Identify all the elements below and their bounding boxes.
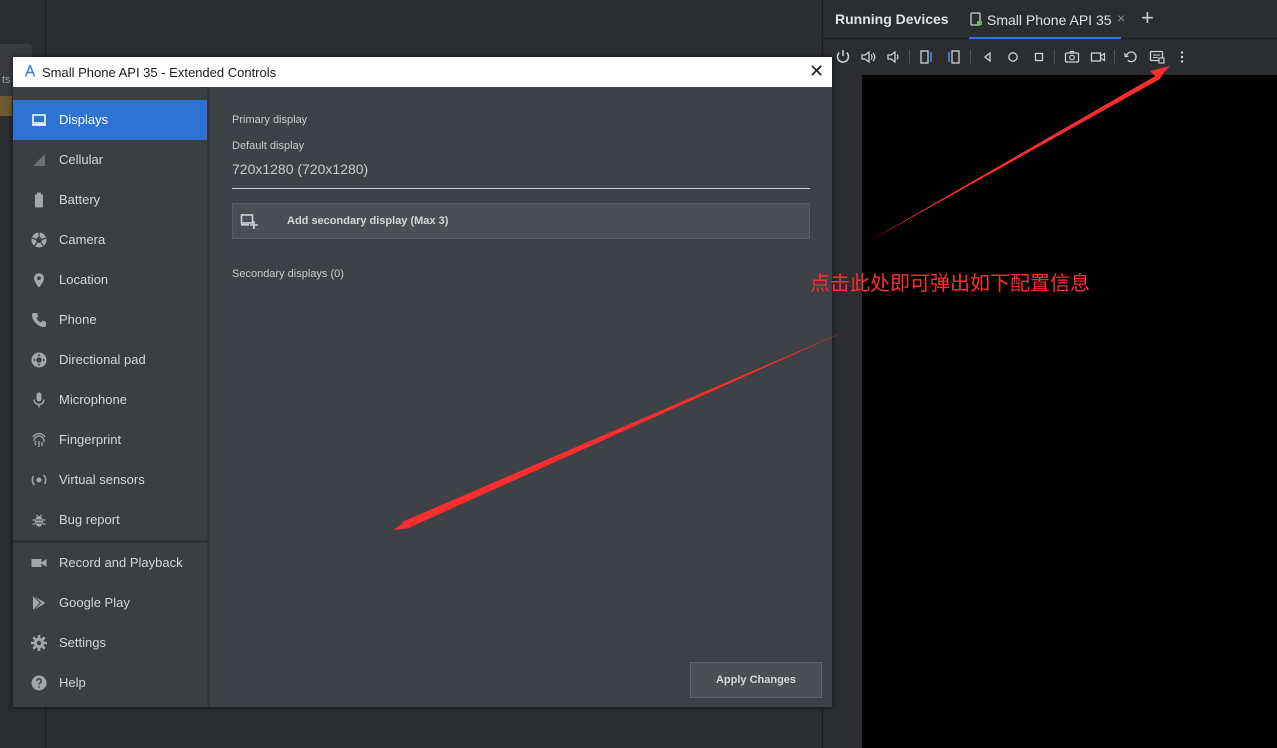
sidebar-item-label: Bug report (59, 512, 120, 527)
record-icon (30, 554, 48, 572)
sidebar-item-directional-pad[interactable]: Directional pad (13, 340, 207, 380)
device-tab-label: Small Phone API 35 (987, 12, 1112, 28)
device-icon (970, 12, 982, 26)
sidebar-item-google-play[interactable]: Google Play (13, 583, 207, 623)
volume-up-icon[interactable] (859, 48, 877, 66)
device-screen[interactable] (862, 75, 1277, 748)
secondary-displays-heading: Secondary displays (0) (232, 268, 344, 280)
sidebar-item-label: Phone (59, 312, 97, 327)
add-tab-button[interactable]: + (1141, 6, 1154, 30)
extended-controls-sidebar: Displays Cellular Battery Camera Locatio… (13, 87, 207, 707)
primary-display-heading: Primary display (232, 114, 308, 126)
ide-left-tab-text: ts (2, 74, 11, 86)
more-options-icon[interactable] (1173, 48, 1191, 66)
sidebar-item-label: Fingerprint (59, 432, 122, 447)
cellular-icon (30, 151, 48, 169)
sensors-icon (30, 471, 48, 489)
camera-icon (30, 231, 48, 249)
volume-down-icon[interactable] (884, 48, 902, 66)
annotation-text: 点击此处即可弹出如下配置信息 (810, 271, 1090, 295)
running-devices-panel: Running Devices Small Phone API 35 × + (823, 0, 1277, 748)
sidebar-item-label: Displays (59, 112, 109, 127)
sidebar-item-label: Microphone (59, 392, 127, 407)
sidebar-item-label: Settings (59, 635, 106, 650)
settings-icon (30, 634, 48, 652)
device-toolbar (823, 39, 1277, 75)
screen-record-icon[interactable] (1089, 48, 1107, 66)
rotate-left-icon[interactable] (918, 48, 936, 66)
play-icon (30, 594, 48, 612)
power-icon[interactable] (834, 48, 852, 66)
add-secondary-display-label: Add secondary display (Max 3) (287, 215, 449, 227)
rotate-right-icon[interactable] (945, 48, 963, 66)
sidebar-item-camera[interactable]: Camera (13, 220, 207, 260)
sidebar-item-location[interactable]: Location (13, 260, 207, 300)
sidebar-item-record-and-playback[interactable]: Record and Playback (13, 543, 207, 583)
bug-icon (30, 511, 48, 529)
sidebar-item-settings[interactable]: Settings (13, 623, 207, 663)
default-display-label: Default display (232, 140, 305, 152)
section-divider (232, 188, 810, 189)
dialog-titlebar[interactable]: Small Phone API 35 - Extended Controls ✕ (13, 57, 832, 87)
apply-changes-label: Apply Changes (715, 674, 797, 686)
sidebar-item-label: Directional pad (59, 352, 146, 367)
sidebar-item-help[interactable]: Help (13, 663, 207, 703)
android-studio-logo-icon (24, 64, 36, 77)
add-display-icon (240, 214, 258, 229)
running-devices-title: Running Devices (835, 11, 949, 27)
sidebar-item-phone[interactable]: Phone (13, 300, 207, 340)
sidebar-item-virtual-sensors[interactable]: Virtual sensors (13, 460, 207, 500)
sidebar-item-label: Cellular (59, 152, 104, 167)
ide-left-tab-accent (0, 96, 12, 116)
extended-controls-dialog: Small Phone API 35 - Extended Controls ✕… (13, 57, 832, 707)
sidebar-item-label: Google Play (59, 595, 130, 610)
sidebar-item-label: Battery (59, 192, 101, 207)
sidebar-item-label: Record and Playback (59, 555, 183, 570)
toolbar-separator (1054, 50, 1055, 64)
sidebar-item-fingerprint[interactable]: Fingerprint (13, 420, 207, 460)
display-icon (30, 111, 48, 129)
fingerprint-icon (30, 431, 48, 449)
help-icon (30, 674, 48, 692)
toolbar-separator (970, 50, 971, 64)
home-icon[interactable] (1004, 48, 1022, 66)
dpad-icon (30, 351, 48, 369)
back-icon[interactable] (979, 48, 997, 66)
phone-icon (30, 311, 48, 329)
device-tab[interactable]: Small Phone API 35 × (969, 0, 1125, 39)
microphone-icon (30, 391, 48, 409)
display-resolution: 720x1280 (720x1280) (232, 161, 369, 177)
sidebar-item-cellular[interactable]: Cellular (13, 140, 207, 180)
location-icon (30, 271, 48, 289)
close-icon[interactable]: × (1117, 10, 1125, 26)
running-devices-tabbar: Running Devices Small Phone API 35 × + (823, 0, 1277, 39)
sidebar-item-label: Location (59, 272, 109, 287)
overview-icon[interactable] (1030, 48, 1048, 66)
sidebar-item-label: Virtual sensors (59, 472, 145, 487)
close-icon[interactable]: ✕ (809, 62, 824, 80)
add-secondary-display-button[interactable]: Add secondary display (Max 3) (232, 203, 810, 239)
extended-controls-icon[interactable] (1148, 48, 1166, 66)
sidebar-item-microphone[interactable]: Microphone (13, 380, 207, 420)
screenshot-icon[interactable] (1063, 48, 1081, 66)
sidebar-item-label: Help (59, 675, 86, 690)
sidebar-item-battery[interactable]: Battery (13, 180, 207, 220)
battery-icon (30, 191, 48, 209)
apply-changes-button[interactable]: Apply Changes (690, 662, 822, 698)
toolbar-separator (909, 50, 910, 64)
sidebar-item-displays[interactable]: Displays (13, 100, 207, 140)
displays-panel: Primary display Default display 720x1280… (210, 87, 832, 707)
toolbar-separator (1114, 50, 1115, 64)
reset-icon[interactable] (1122, 48, 1140, 66)
dialog-title: Small Phone API 35 - Extended Controls (42, 65, 277, 80)
sidebar-item-label: Camera (59, 232, 106, 247)
sidebar-item-bug-report[interactable]: Bug report (13, 500, 207, 540)
